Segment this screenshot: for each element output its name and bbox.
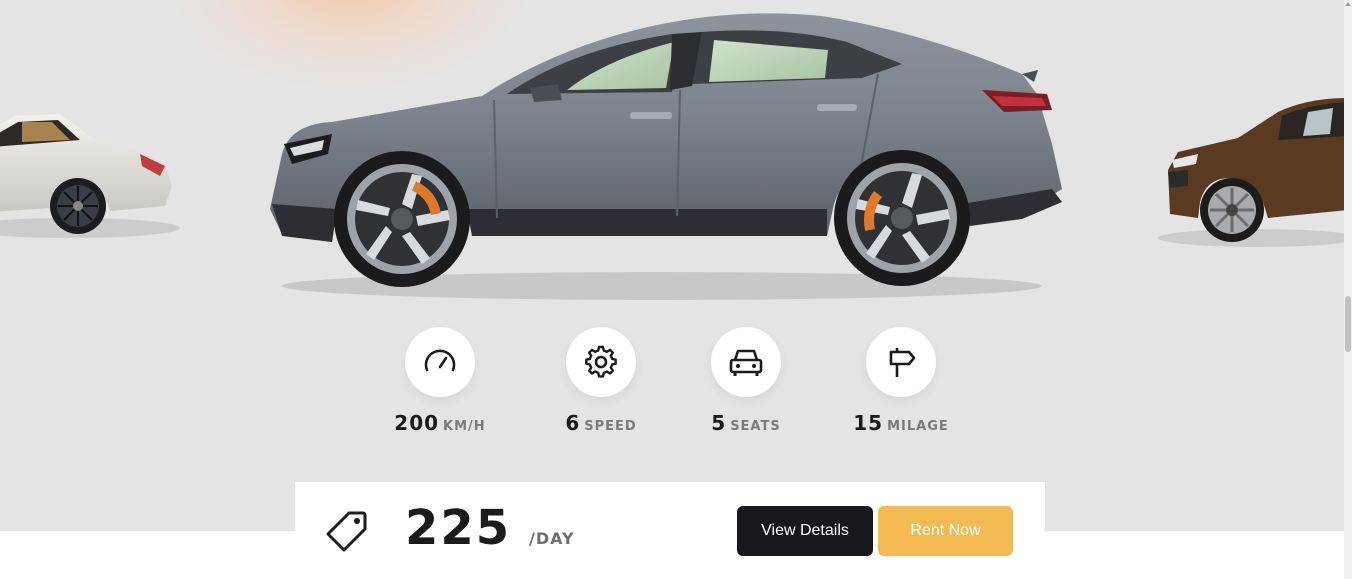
price-card: 225 /day View Details Rent Now: [295, 482, 1045, 579]
spec-value: 15: [853, 411, 884, 435]
price-amount: 225: [405, 500, 512, 556]
spec-icon-circle: [566, 327, 636, 397]
spec-value: 200: [394, 411, 440, 435]
car-showcase: 200 km/h 6 speed: [0, 0, 1344, 531]
car-front-icon: [729, 349, 763, 376]
spec-seats: 5 seats: [656, 327, 836, 435]
spec-value: 6: [565, 411, 581, 435]
spec-unit: milage: [887, 419, 949, 434]
car-image-featured[interactable]: [262, 4, 1072, 304]
price-period: /day: [529, 529, 575, 548]
spec-value: 5: [711, 411, 727, 435]
car-specs: 200 km/h 6 speed: [0, 327, 1344, 447]
page-scrollbar[interactable]: [1344, 0, 1352, 579]
scrollbar-thumb[interactable]: [1345, 296, 1351, 352]
view-details-button[interactable]: View Details: [737, 506, 873, 556]
spec-icon-circle: [405, 327, 475, 397]
car-image-previous[interactable]: [0, 96, 180, 246]
spec-unit: km/h: [443, 419, 486, 434]
gear-icon: [585, 345, 617, 378]
rent-now-button[interactable]: Rent Now: [878, 506, 1013, 556]
spec-icon-circle: [866, 327, 936, 397]
spec-icon-circle: [711, 327, 781, 397]
signpost-icon: [889, 348, 916, 377]
car-image-next[interactable]: [1158, 90, 1344, 250]
spec-top-speed: 200 km/h: [350, 327, 530, 435]
spec-mileage: 15 milage: [811, 327, 991, 435]
scroll-up-arrow-icon[interactable]: [1345, 2, 1351, 6]
price-tag-icon: [326, 511, 367, 552]
speedometer-icon: [424, 349, 456, 372]
spec-unit: speed: [584, 419, 637, 434]
spec-unit: seats: [730, 419, 781, 434]
